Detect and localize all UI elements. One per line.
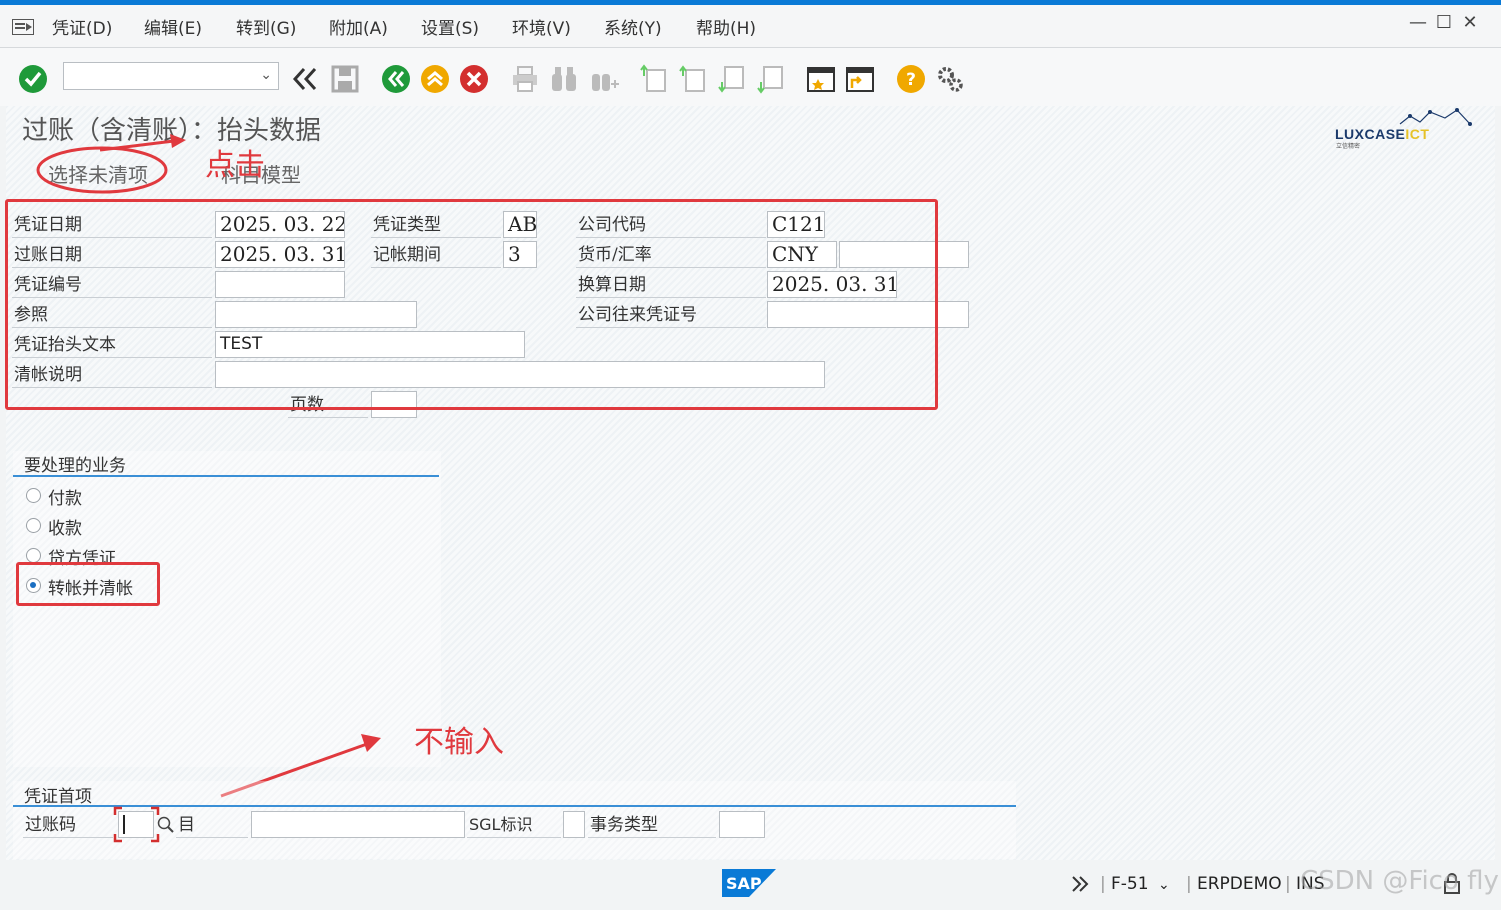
first-page-icon[interactable] [640,64,670,94]
logo-brand: LUXCASEICT [1335,126,1429,142]
back-double-icon[interactable] [290,64,320,94]
menu-document[interactable]: 凭证(D) [52,14,112,39]
save-icon[interactable] [330,64,360,94]
menu-settings[interactable]: 设置(S) [421,14,479,39]
prev-page-icon[interactable] [679,64,709,94]
radio-payment-label: 付款 [48,489,82,509]
watermark: CSDN @Fico fly [1300,866,1499,896]
posting-key-label: 过账码 [23,812,113,838]
annotation-circle-arrow [36,134,186,194]
trans-type-label: 事务类型 [588,812,716,838]
window-controls: — ☐ ✕ [1405,12,1483,33]
maximize-icon[interactable]: ☐ [1431,12,1457,33]
trans-type-field[interactable] [719,811,765,838]
command-field[interactable]: ⌄ [63,62,279,90]
app-menu-icon[interactable] [12,19,34,35]
chevron-down-icon[interactable]: ⌄ [260,67,272,83]
logo-subtext: 立信精密 [1336,143,1361,150]
status-sep-1: | [1100,874,1106,894]
sap-logo-icon: SAP [722,869,776,897]
status-tcode-chevron-icon[interactable]: ⌄ [1158,877,1170,893]
logo-brand-text: LUXCASE [1335,126,1406,142]
status-system: ERPDEMO [1197,874,1282,894]
help-icon[interactable]: ? [896,64,926,94]
enter-icon[interactable] [18,64,48,94]
first-item-group-title: 凭证首项 [24,787,92,807]
cancel-icon[interactable] [459,64,489,94]
transaction-group-divider [13,475,439,477]
find-next-icon[interactable] [589,64,619,94]
svg-text:?: ? [906,70,916,90]
expand-status-icon[interactable] [1070,874,1090,894]
svg-text:SAP: SAP [726,874,762,893]
exit-icon[interactable] [420,64,450,94]
menu-edit[interactable]: 编辑(E) [144,14,202,39]
minimize-icon[interactable]: — [1405,12,1431,33]
status-sep-3: | [1285,874,1291,894]
sgl-label: SGL标识 [467,812,561,838]
radio-receipt[interactable] [26,518,41,533]
settings-icon[interactable] [935,64,965,94]
annotation-header-box [5,199,938,410]
status-sep-2: | [1186,874,1192,894]
logo-brand-suffix: ICT [1405,126,1430,142]
sgl-field[interactable] [563,811,585,838]
create-session-icon[interactable] [806,64,836,94]
radio-credit-memo[interactable] [26,548,41,563]
menu-extras[interactable]: 附加(A) [329,14,388,39]
menu-goto[interactable]: 转到(G) [236,14,296,39]
print-icon[interactable] [510,64,540,94]
radio-receipt-label: 收款 [48,519,82,539]
account-field[interactable] [251,811,465,838]
transaction-group-title: 要处理的业务 [24,456,126,476]
radio-payment[interactable] [26,488,41,503]
last-page-icon[interactable] [757,64,787,94]
menu-environment[interactable]: 环境(V) [512,14,571,39]
annotation-click: 点击 [205,148,265,183]
close-icon[interactable]: ✕ [1457,12,1483,33]
focus-brackets [113,806,160,843]
next-page-icon[interactable] [718,64,748,94]
menu-help[interactable]: 帮助(H) [696,14,756,39]
find-icon[interactable] [549,64,579,94]
search-help-icon[interactable] [157,816,175,834]
account-label: 目 [176,812,248,838]
shortcut-icon[interactable] [845,64,875,94]
first-item-group-divider [13,805,1016,807]
annotation-no-input: 不输入 [414,725,504,760]
status-tcode: F-51 [1111,874,1149,894]
annotation-radio-box [16,562,160,606]
menu-system[interactable]: 系统(Y) [604,14,662,39]
back-icon[interactable] [381,64,411,94]
